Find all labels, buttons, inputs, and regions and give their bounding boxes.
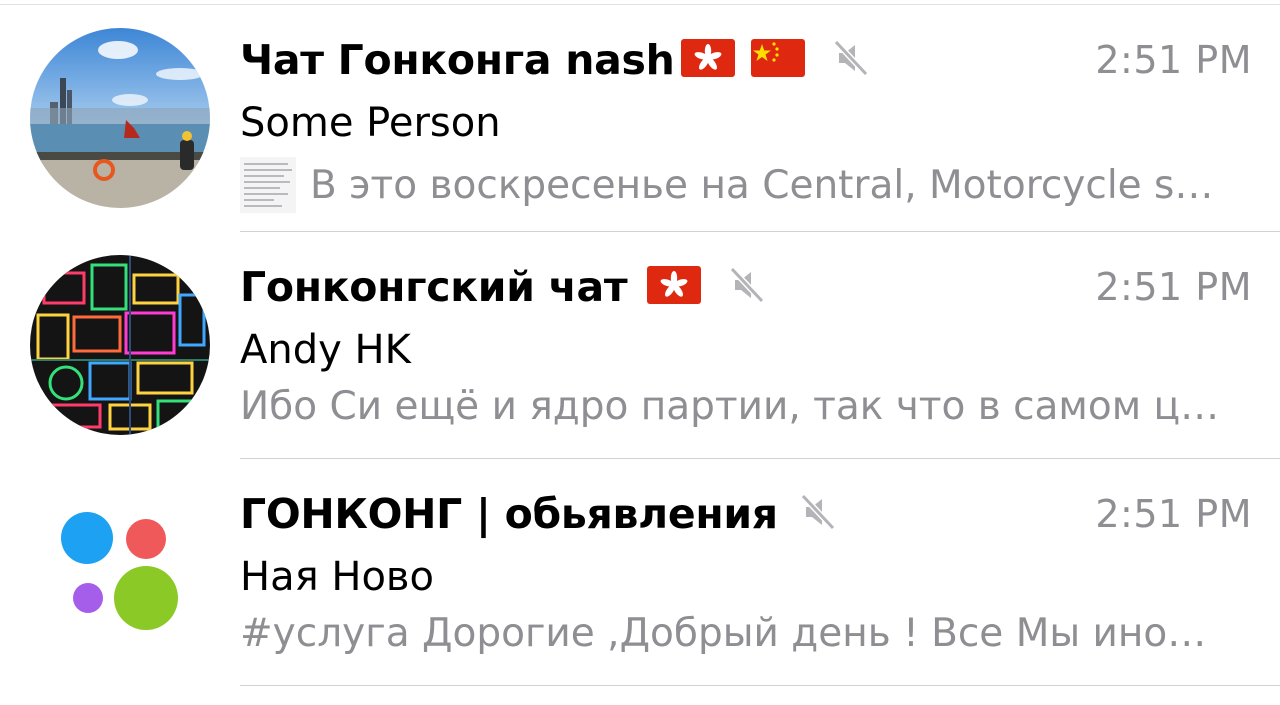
muted-speaker-icon: [833, 39, 869, 81]
chat-title-line: Чат Гонконга nash: [240, 33, 869, 87]
muted-speaker-icon: [800, 493, 836, 535]
chat-time: 2:51 PM: [1095, 38, 1252, 82]
chat-title-line: Гонконгский чат: [240, 260, 765, 314]
china-flag-icon: [750, 39, 805, 81]
last-message-preview: В это воскресенье на Central, Motorcycle…: [240, 157, 1252, 213]
hong-kong-flag-icon: [647, 266, 702, 308]
chat-row[interactable]: Чат Гонконга nash 2:51 PM Some Person В …: [0, 5, 1280, 232]
row-separator: [240, 685, 1280, 686]
last-message-sender: Andy HK: [240, 327, 411, 373]
document-thumbnail-icon: [240, 157, 296, 213]
chat-time: 2:51 PM: [1095, 492, 1252, 536]
preview-text: В это воскресенье на Central, Motorcycle…: [310, 162, 1214, 208]
chat-time: 2:51 PM: [1095, 265, 1252, 309]
chat-title: Гонконгский чат: [240, 263, 628, 311]
preview-text: Ибо Си ещё и ядро партии, так что в само…: [240, 384, 1220, 429]
chat-avatar[interactable]: [30, 482, 210, 662]
muted-speaker-icon: [729, 266, 765, 308]
hong-kong-flag-icon: [680, 39, 735, 81]
neon-signs-image: [30, 255, 210, 435]
preview-text: #услуга Дорогие ,Добрый день ! Все Мы ин…: [240, 611, 1207, 656]
chat-title: ГОНКОНГ | обьявления: [240, 490, 778, 538]
last-message-preview: Ибо Си ещё и ядро партии, так что в само…: [240, 384, 1252, 429]
chat-avatar[interactable]: [30, 28, 210, 208]
chat-title-line: ГОНКОНГ | обьявления: [240, 487, 836, 541]
last-message-preview: #услуга Дорогие ,Добрый день ! Все Мы ин…: [240, 611, 1252, 656]
chat-row[interactable]: Гонконгский чат 2:51 PM Andy HK Ибо Си е…: [0, 232, 1280, 459]
last-message-sender: Ная Ново: [240, 554, 434, 600]
colored-dots-logo-image: [30, 482, 210, 662]
chat-avatar[interactable]: [30, 255, 210, 435]
harbour-photo-image: [30, 28, 210, 208]
last-message-sender: Some Person: [240, 100, 501, 146]
chat-list: Чат Гонконга nash 2:51 PM Some Person В …: [0, 0, 1280, 705]
chat-row[interactable]: ГОНКОНГ | обьявления 2:51 PM Ная Ново #у…: [0, 459, 1280, 686]
chat-title: Чат Гонконга nash: [240, 36, 675, 84]
